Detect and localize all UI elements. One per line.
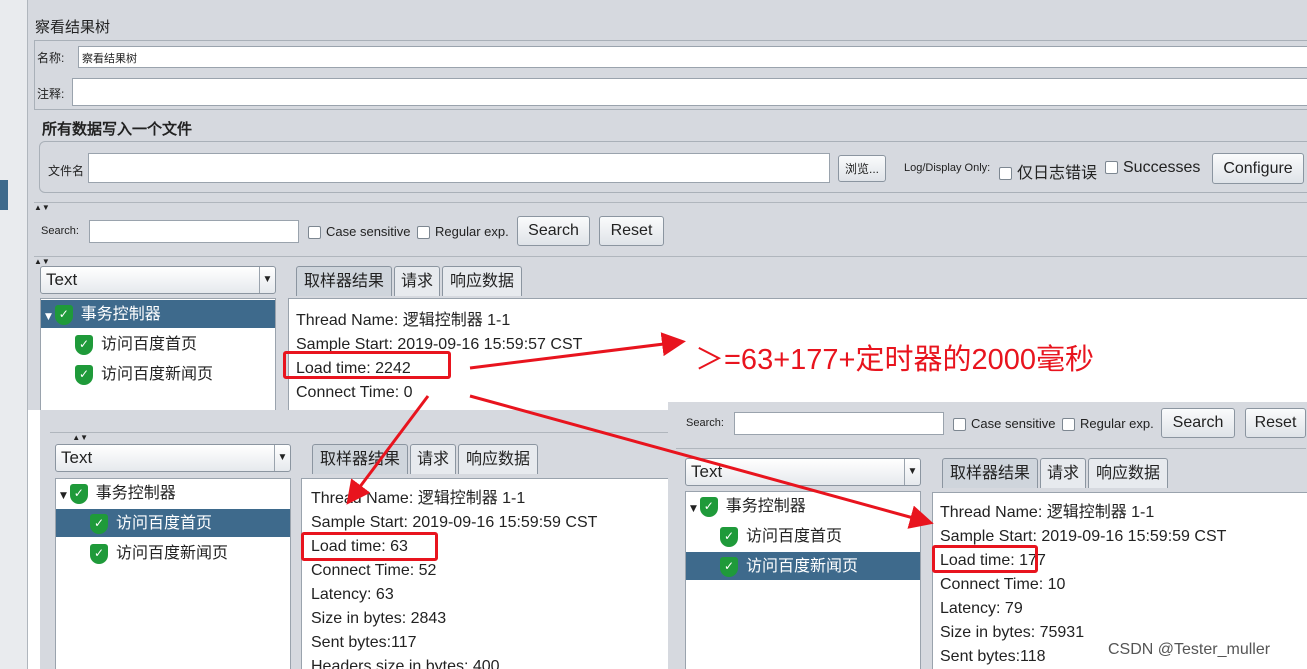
arrow-to-homepage [346,395,430,505]
arrow-to-annotation [469,332,686,370]
annotation-text: ＞=63+177+定时器的2000毫秒 [695,344,1094,376]
arrow-to-newspage [469,394,934,529]
annotation-arrows [346,332,934,529]
watermark: CSDN @Tester_muller [1108,641,1271,658]
